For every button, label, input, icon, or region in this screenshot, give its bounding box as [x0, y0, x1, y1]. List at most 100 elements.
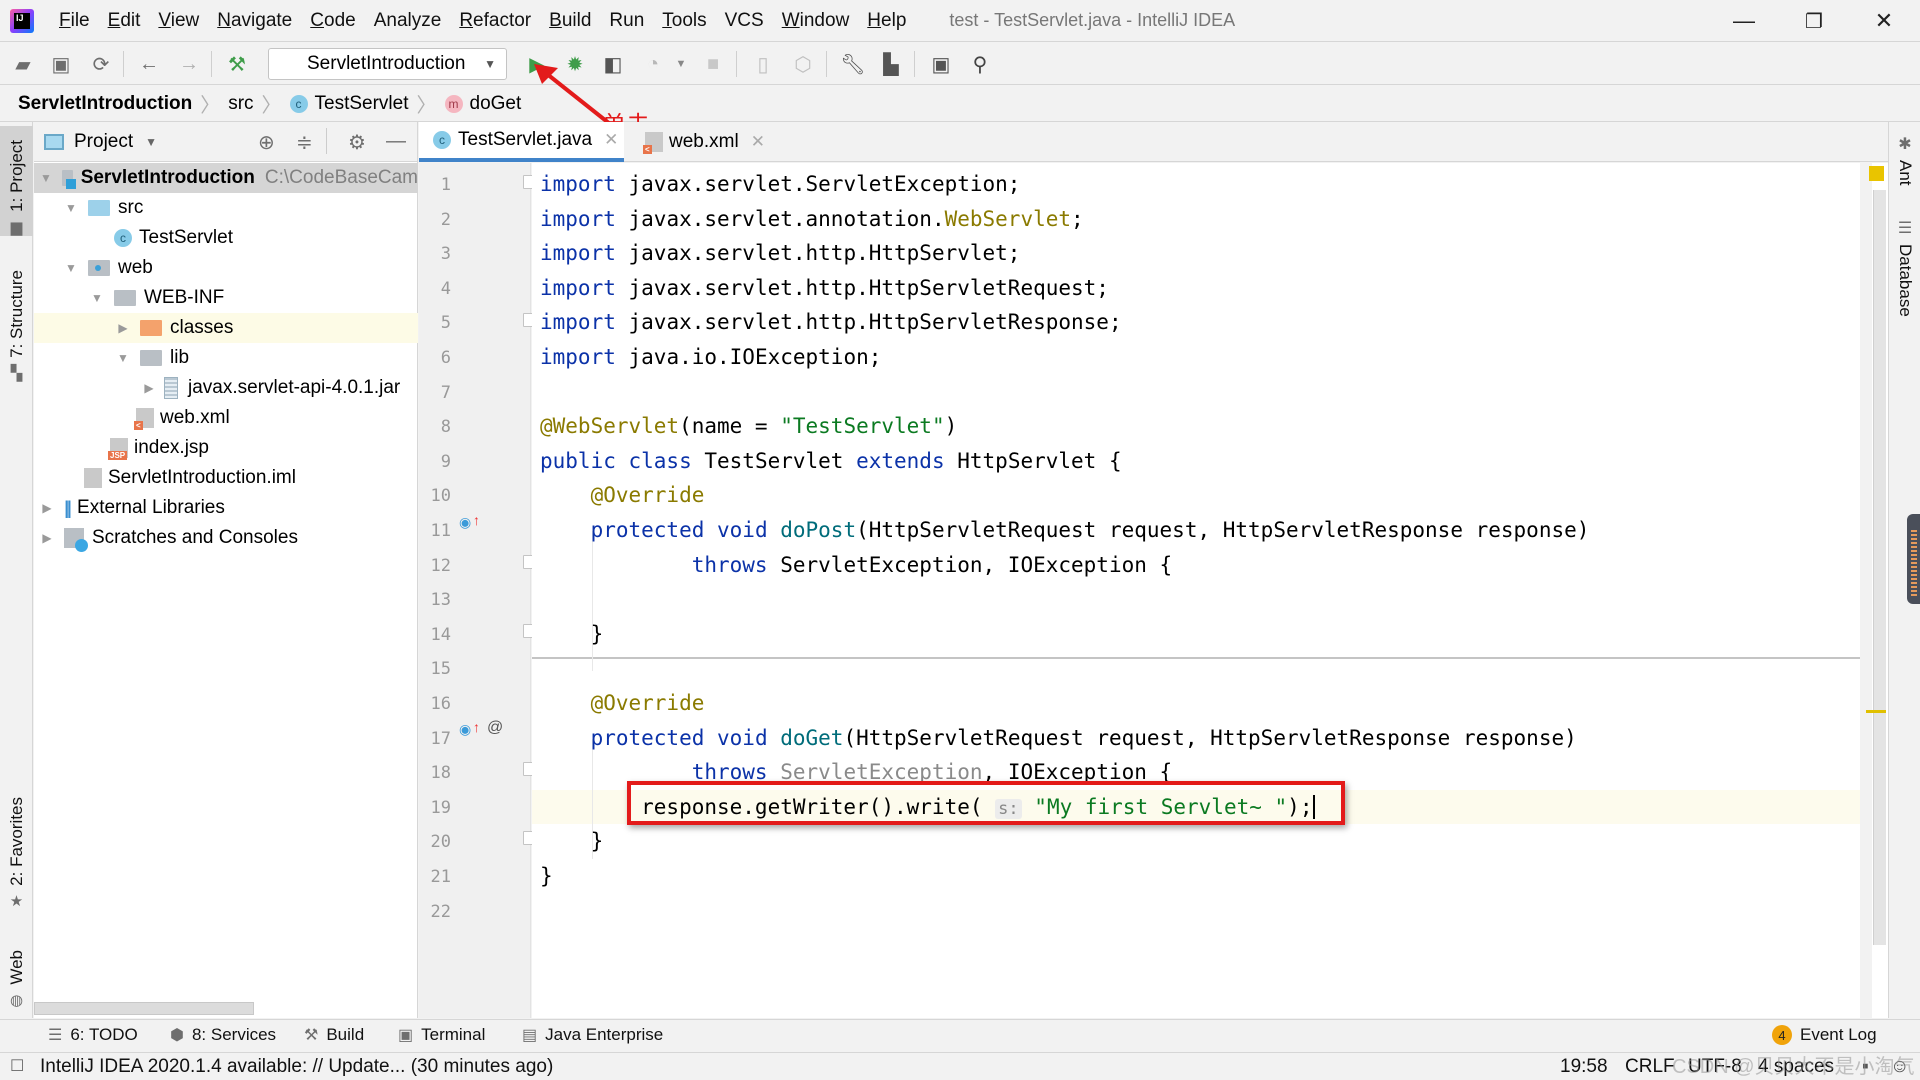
tree-item[interactable]: JSP index.jsp [34, 433, 418, 463]
menu-help[interactable]: Help [858, 10, 915, 32]
breadcrumb-item-method[interactable]: m doGet [444, 93, 521, 115]
menu-run[interactable]: Run [600, 10, 653, 32]
tab-testservlet-java[interactable]: c TestServlet.java ✕ [419, 122, 624, 162]
tool-tab-database[interactable]: ☰ Database [1889, 218, 1920, 317]
tool-button-build[interactable]: ⚒ Build [304, 1025, 364, 1045]
tool-button-java-enterprise[interactable]: ▤ Java Enterprise [522, 1025, 663, 1045]
expand-arrow-icon[interactable]: ▼ [40, 171, 52, 185]
tool-button-event-log[interactable]: 4 Event Log [1772, 1025, 1877, 1045]
tree-item[interactable]: ▶ Scratches and Consoles [34, 523, 418, 553]
close-tab-icon[interactable]: ✕ [751, 132, 765, 152]
menu-navigate[interactable]: Navigate [208, 10, 301, 32]
caret-position[interactable]: 19:58 [1560, 1056, 1608, 1078]
menu-refactor[interactable]: Refactor [450, 10, 540, 32]
horizontal-scrollbar[interactable] [34, 1002, 254, 1015]
tree-item[interactable]: ServletIntroduction.iml [34, 463, 418, 493]
code-editor[interactable]: import javax.servlet.ServletException; im… [532, 163, 1860, 1018]
run-configuration-dropdown[interactable]: ServletIntroduction ▼ [268, 48, 507, 80]
tree-item[interactable]: ▼ WEB-INF [34, 283, 418, 313]
tab-web-xml[interactable]: < web.xml ✕ [631, 122, 811, 162]
tree-item[interactable]: ▼ ServletIntroduction C:\CodeBaseCam [34, 163, 418, 193]
folder-open-icon[interactable]: ▰ [10, 51, 36, 77]
analysis-status-icon[interactable] [1869, 166, 1884, 181]
close-tab-icon[interactable]: ✕ [604, 130, 618, 150]
sync-icon[interactable]: ⟳ [88, 51, 114, 77]
menu-analyze[interactable]: Analyze [365, 10, 451, 32]
search-icon[interactable]: ⚲ [967, 51, 993, 77]
profile-icon[interactable]: ◔ [640, 51, 666, 77]
collapse-arrow-icon[interactable]: ▶ [116, 321, 130, 335]
menu-window[interactable]: Window [773, 10, 859, 32]
hide-panel-icon[interactable]: — [386, 130, 406, 153]
collapse-arrow-icon[interactable]: ▶ [142, 381, 156, 395]
stop-icon[interactable]: ■ [700, 51, 726, 77]
tool-button-todo[interactable]: ☰ 6: TODO [48, 1025, 138, 1045]
tree-item[interactable]: ▶ ||| External Libraries [34, 493, 418, 523]
locate-file-icon[interactable]: ⊕ [258, 130, 275, 155]
save-icon[interactable]: ▣ [48, 51, 74, 77]
implements-icon[interactable]: ◉ [459, 721, 471, 738]
scratches-icon [64, 528, 88, 552]
minimize-button[interactable]: — [1712, 0, 1776, 42]
device-icon[interactable]: ▯ [750, 51, 776, 77]
code-token: doPost [780, 518, 857, 542]
tool-tab-web[interactable]: Web ◍ [0, 937, 33, 1009]
hammer-icon[interactable]: ⚒ [224, 51, 250, 77]
status-message[interactable]: IntelliJ IDEA 2020.1.4 available: // Upd… [40, 1056, 553, 1078]
tree-item[interactable]: ▼ lib [34, 343, 418, 373]
expand-arrow-icon[interactable]: ▼ [116, 351, 130, 365]
tool-button-services[interactable]: ⬢ 8: Services [170, 1025, 276, 1045]
vertical-scrollbar[interactable] [1873, 190, 1886, 945]
collapse-all-icon[interactable]: ≑ [296, 130, 313, 155]
expand-arrow-icon[interactable]: ▼ [64, 261, 78, 275]
menu-view[interactable]: View [149, 10, 208, 32]
breadcrumb-item-project[interactable]: ServletIntroduction [18, 93, 192, 115]
gear-icon[interactable]: ⚙ [348, 130, 366, 155]
tree-item[interactable]: c TestServlet [34, 223, 418, 253]
menu-edit[interactable]: Edit [99, 10, 150, 32]
deploy-icon[interactable]: ⬡ [790, 51, 816, 77]
project-view-selector[interactable]: Project ▼ [44, 131, 157, 153]
status-toggle-icon[interactable]: ☐ [10, 1056, 24, 1076]
tool-tab-structure[interactable]: 7: Structure ▚ [0, 262, 33, 382]
code-line: @Override [540, 686, 705, 720]
menu-build[interactable]: Build [540, 10, 600, 32]
project-structure-icon[interactable]: ▙ [878, 51, 904, 77]
tree-item[interactable]: ▶ javax.servlet-api-4.0.1.jar [34, 373, 418, 403]
warning-marker[interactable] [1866, 710, 1886, 713]
tool-tab-ant[interactable]: ✱ Ant [1889, 134, 1920, 186]
collapse-arrow-icon[interactable]: ▶ [40, 501, 54, 515]
terminal-icon[interactable]: ▣ [928, 51, 954, 77]
code-token: WebServlet [944, 206, 1072, 231]
code-token: import [540, 241, 629, 266]
menu-file[interactable]: File [50, 10, 99, 32]
breadcrumb-item-class[interactable]: c TestServlet [289, 93, 409, 115]
collapse-arrow-icon[interactable]: ▶ [40, 531, 54, 545]
tool-tab-project[interactable]: 1: Project ▆ [0, 126, 33, 236]
code-line: } [540, 824, 604, 858]
back-arrow-icon[interactable]: ← [136, 51, 162, 77]
project-panel: Project ▼ ⊕ ≑ ⚙ — ▼ ServletIntroduction C:… [34, 122, 418, 1018]
expand-arrow-icon[interactable]: ▼ [90, 291, 104, 305]
tree-item[interactable]: ▼ src [34, 193, 418, 223]
tree-item[interactable]: < web.xml [34, 403, 418, 433]
menu-code[interactable]: Code [301, 10, 364, 32]
chevron-down-icon[interactable]: ▼ [668, 51, 694, 77]
tree-item[interactable]: ▼ web [34, 253, 418, 283]
tree-item[interactable]: ▶ classes [34, 313, 418, 343]
breadcrumb-item-src[interactable]: src [228, 93, 253, 115]
servlet-mapping-icon[interactable]: @ [487, 719, 503, 737]
forward-arrow-icon[interactable]: → [176, 51, 202, 77]
restore-button[interactable]: ❐ [1782, 0, 1846, 42]
tool-tab-favorites[interactable]: 2: Favorites ★ [0, 792, 33, 910]
menu-tools[interactable]: Tools [653, 10, 715, 32]
implements-icon[interactable]: ◉ [459, 514, 471, 531]
tool-button-terminal[interactable]: ▣ Terminal [398, 1025, 485, 1045]
expand-arrow-icon[interactable]: ▼ [64, 201, 78, 215]
line-separator[interactable]: CRLF [1625, 1056, 1675, 1078]
line-number: 4 [440, 278, 451, 299]
bottom-tool-bar: ☰ 6: TODO ⬢ 8: Services ⚒ Build ▣ Terminal ▤… [0, 1019, 1920, 1052]
menu-vcs[interactable]: VCS [716, 10, 773, 32]
close-window-button[interactable]: ✕ [1852, 0, 1916, 42]
wrench-icon[interactable]: 🔧︎ [840, 51, 866, 77]
